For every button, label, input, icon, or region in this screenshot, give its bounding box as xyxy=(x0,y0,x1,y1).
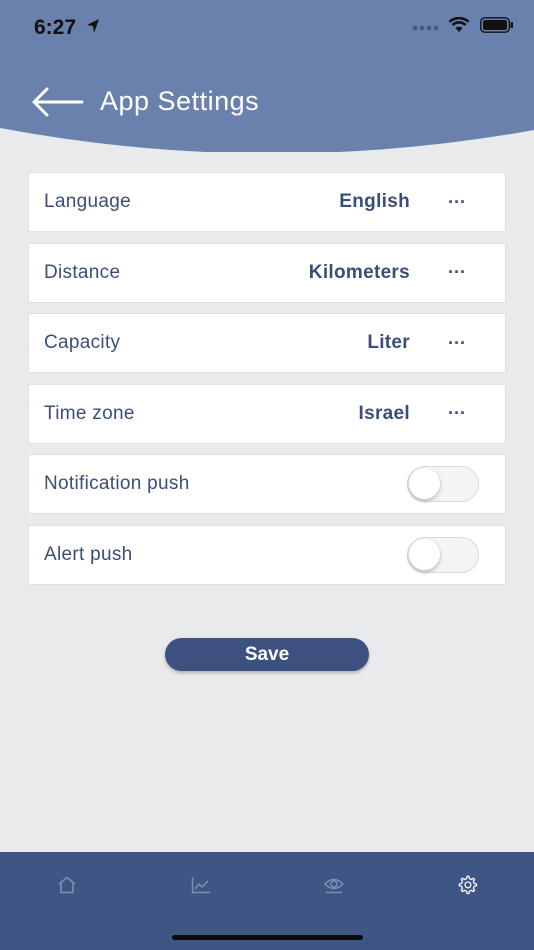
chart-icon xyxy=(191,877,210,894)
setting-value: Kilometers xyxy=(308,261,410,283)
nav-home[interactable] xyxy=(37,870,97,900)
setting-row-language[interactable]: Language English ··· xyxy=(28,172,506,232)
back-button[interactable] xyxy=(28,82,86,122)
more-options-icon[interactable]: ··· xyxy=(445,190,469,214)
setting-label: Time zone xyxy=(44,402,135,424)
setting-value: Liter xyxy=(367,332,410,353)
setting-row-capacity[interactable]: Capacity Liter ··· xyxy=(28,313,506,373)
nav-statistics[interactable] xyxy=(171,870,231,900)
alert-push-toggle[interactable] xyxy=(407,536,479,573)
toggle-knob xyxy=(409,468,440,499)
setting-value: English xyxy=(339,191,410,212)
settings-list: Language English ··· Distance Kilometers… xyxy=(28,172,506,595)
wifi-icon xyxy=(448,16,470,38)
header: 6:27 App Settings xyxy=(0,0,534,152)
status-indicators xyxy=(412,16,514,38)
more-options-icon[interactable]: ··· xyxy=(445,261,469,285)
page-title: App Settings xyxy=(100,86,260,116)
home-indicator xyxy=(172,935,363,940)
status-time: 6:27 xyxy=(34,16,77,39)
status-bar: 6:27 xyxy=(0,0,534,54)
battery-icon xyxy=(480,17,514,38)
setting-value: Israel xyxy=(358,402,410,424)
notification-push-toggle[interactable] xyxy=(407,466,479,502)
setting-label: Notification push xyxy=(44,473,190,494)
setting-label: Distance xyxy=(44,261,121,283)
setting-label: Alert push xyxy=(44,543,133,565)
nav-view[interactable] xyxy=(304,870,364,900)
home-icon xyxy=(58,876,76,894)
gear-icon xyxy=(458,875,478,895)
more-options-icon[interactable]: ··· xyxy=(445,402,469,426)
setting-row-distance[interactable]: Distance Kilometers ··· xyxy=(28,242,506,303)
more-options-icon[interactable]: ··· xyxy=(445,331,469,355)
nav-settings[interactable] xyxy=(437,870,497,900)
setting-label: Capacity xyxy=(44,332,121,353)
setting-row-time-zone[interactable]: Time zone Israel ··· xyxy=(28,383,506,444)
save-button[interactable]: Save xyxy=(165,638,369,671)
eye-icon xyxy=(323,878,345,894)
signal-icon xyxy=(412,19,439,37)
setting-label: Language xyxy=(44,191,131,212)
setting-row-notification-push: Notification push xyxy=(28,454,506,514)
toggle-knob xyxy=(409,538,440,570)
location-arrow-icon xyxy=(86,18,100,39)
back-arrow-icon xyxy=(32,87,84,117)
setting-row-alert-push: Alert push xyxy=(28,524,506,585)
bottom-nav xyxy=(0,852,534,950)
